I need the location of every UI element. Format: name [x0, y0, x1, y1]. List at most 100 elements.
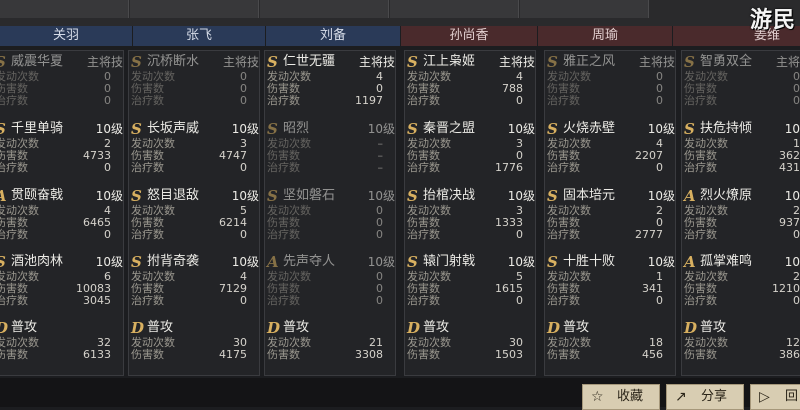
skill-entry[interactable]: D 普攻 发动次数 12 伤害数 386 — [682, 319, 800, 361]
collect-button[interactable]: ☆ 收藏 — [582, 384, 660, 410]
skill-name: 贯颐奋戟 — [11, 188, 64, 203]
general-name-zhang-fei[interactable]: 张飞 — [133, 26, 265, 46]
stat-value: 456 — [642, 348, 663, 361]
skill-grade: S — [407, 187, 418, 205]
skill-name: 烈火燎原 — [700, 188, 753, 203]
general-name-zhou-yu[interactable]: 周瑜 — [538, 26, 672, 46]
skill-grade: S — [407, 120, 418, 138]
skill-grade: A — [0, 187, 7, 205]
share-button[interactable]: ↗ 分享 — [666, 384, 744, 410]
skill-entry[interactable]: A孤掌难鸣10级发动次数2伤害数1210治疗数0 — [682, 253, 800, 307]
skill-name: 抬棺决战 — [423, 188, 476, 203]
skill-header: S 酒池肉林 10级 — [0, 253, 123, 271]
skill-entry[interactable]: S 怒目退敌 10级 发动次数 5 伤害数 6214 治疗数 0 — [129, 187, 259, 241]
skill-name: 普攻 — [283, 320, 310, 335]
skill-entry[interactable]: S 拊背奇袭 10级 发动次数 4 伤害数 7129 治疗数 0 — [129, 253, 259, 307]
top-tab[interactable] — [0, 0, 129, 18]
skill-grade: S — [684, 120, 695, 138]
skill-header: S 辕门射戟 10级 — [405, 253, 535, 271]
skill-grade: S — [547, 53, 558, 71]
stat-label: 治疗数 — [131, 161, 164, 174]
skill-entry[interactable]: S 长坂声威 10级 发动次数 3 伤害数 4747 治疗数 0 — [129, 120, 259, 174]
skill-entry[interactable]: S 秦晋之盟 10级 发动次数 3 伤害数 0 治疗数 1776 — [405, 120, 535, 174]
stat-value: 0 — [240, 228, 247, 241]
stat-row-heal: 治疗数 1776 — [405, 161, 535, 174]
skill-name: 普攻 — [147, 320, 174, 335]
skill-entry[interactable]: D 普攻 发动次数 30 伤害数 4175 — [129, 319, 259, 361]
skill-entry[interactable]: S 十胜十败 10级 发动次数 1 伤害数 341 治疗数 0 — [545, 253, 675, 307]
skill-entry[interactable]: D 普攻 发动次数 18 伤害数 456 — [545, 319, 675, 361]
replay-button[interactable]: ▷ 回 — [750, 384, 800, 410]
stat-row-heal: 治疗数 1197 — [265, 94, 395, 107]
top-tab[interactable] — [260, 0, 389, 18]
skill-entry[interactable]: A 先声夺人 10级 发动次数 0 伤害数 0 治疗数 0 — [265, 253, 395, 307]
top-tab[interactable] — [390, 0, 519, 18]
stat-value: 1776 — [495, 161, 523, 174]
general-column: S 江上枭姬 主将技 发动次数 4 伤害数 788 治疗数 0 S 秦晋之盟 10级 发动次数 3 伤害数 0… — [404, 50, 536, 376]
skill-grade: S — [547, 187, 558, 205]
skill-entry[interactable]: S酒池肉林10级发动次数6伤害数10083治疗数3045 — [0, 253, 123, 307]
skill-entry[interactable]: A贯颐奋戟10级发动次数4伤害数6465治疗数0 — [0, 187, 123, 241]
skill-entry[interactable]: S 仁世无疆 主将技 发动次数 4 伤害数 0 治疗数 1197 — [265, 53, 395, 107]
skill-level-tag: 主将技 — [222, 55, 259, 69]
skill-level-tag: 10级 — [507, 122, 535, 136]
stat-label: 治疗数 — [267, 161, 300, 174]
skill-entry[interactable]: S 抬棺决战 10级 发动次数 3 伤害数 1333 治疗数 0 — [405, 187, 535, 241]
stat-value: 0 — [516, 228, 523, 241]
general-name-sun-shangxiang[interactable]: 孙尚香 — [401, 26, 537, 46]
stat-label: 治疗数 — [547, 94, 580, 107]
stat-row-heal: 治疗数 – — [265, 161, 395, 174]
general-column: S 雅正之风 主将技 发动次数 0 伤害数 0 治疗数 0 S 火烧赤壁 10级 发动次数 4 伤害数 220… — [544, 50, 676, 376]
skill-entry[interactable]: S 江上枭姬 主将技 发动次数 4 伤害数 788 治疗数 0 — [405, 53, 535, 107]
top-tab[interactable] — [520, 0, 649, 18]
stat-row-heal: 治疗数 0 — [682, 295, 800, 307]
stat-row-heal: 治疗数 0 — [405, 228, 535, 241]
stat-value: 0 — [516, 94, 523, 107]
stat-label: 治疗数 — [267, 94, 300, 107]
skill-entry[interactable]: S 沉桥断水 主将技 发动次数 0 伤害数 0 治疗数 0 — [129, 53, 259, 107]
skill-name: 普攻 — [11, 320, 38, 335]
skill-header: S 抬棺决战 10级 — [405, 187, 535, 205]
stat-row-heal: 治疗数 0 — [129, 95, 259, 107]
skill-entry[interactable]: D 普攻 发动次数 30 伤害数 1503 — [405, 319, 535, 361]
skill-grade: S — [547, 120, 558, 138]
skill-entry[interactable]: S千里单骑10级发动次数2伤害数4733治疗数0 — [0, 120, 123, 174]
stat-label: 治疗数 — [684, 228, 717, 241]
stat-label: 治疗数 — [0, 228, 28, 241]
stat-value: 0 — [376, 228, 383, 241]
stat-value: 431 — [779, 161, 800, 174]
stat-row-heal: 治疗数 0 — [129, 228, 259, 241]
stat-label: 治疗数 — [407, 161, 440, 174]
general-name-bar: 关羽 张飞 刘备 孙尚香 周瑜 姜维 — [0, 26, 800, 46]
skill-entry[interactable]: S 坚如磐石 10级 发动次数 0 伤害数 0 治疗数 0 — [265, 187, 395, 241]
skill-entry[interactable]: S 雅正之风 主将技 发动次数 0 伤害数 0 治疗数 0 — [545, 53, 675, 107]
collect-label: 收藏 — [617, 389, 644, 404]
stat-row-damage: 伤害数 456 — [545, 348, 675, 361]
skill-level-tag: 10级 — [231, 122, 259, 136]
skill-entry[interactable]: S智勇双全主将技发动次数0伤害数0治疗数0 — [682, 53, 800, 107]
skill-entry[interactable]: S威震华夏主将技发动次数0伤害数0治疗数0 — [0, 53, 123, 107]
general-name-guan-yu[interactable]: 关羽 — [0, 26, 132, 46]
stat-row-heal: 治疗数 0 — [682, 95, 800, 107]
skill-level-tag: 10级 — [507, 189, 535, 203]
skill-grade: D — [407, 319, 421, 337]
skill-entry[interactable]: S 火烧赤壁 10级 发动次数 4 伤害数 2207 治疗数 0 — [545, 120, 675, 174]
skill-entry[interactable]: S 固本培元 10级 发动次数 2 伤害数 0 治疗数 2777 — [545, 187, 675, 241]
skill-level-tag: 主将技 — [775, 55, 800, 69]
share-icon: ↗ — [675, 389, 687, 405]
general-name-liu-bei[interactable]: 刘备 — [266, 26, 400, 46]
skill-entry[interactable]: A烈火燎原10级发动次数2伤害数937治疗数0 — [682, 187, 800, 241]
skill-grade: D — [131, 319, 145, 337]
skill-entry[interactable]: S 辕门射戟 10级 发动次数 5 伤害数 1615 治疗数 0 — [405, 253, 535, 307]
skill-header: S 江上枭姬 主将技 — [405, 53, 535, 71]
skill-header: D普攻 — [265, 319, 395, 337]
stat-row-damage: 伤害数 386 — [682, 349, 800, 361]
skill-entry[interactable]: S 昭烈 10级 发动次数 – 伤害数 – 治疗数 – — [265, 120, 395, 174]
skill-entry[interactable]: D 普攻 发动次数 21 伤害数 3308 — [265, 319, 395, 361]
stat-row-heal: 治疗数 0 — [405, 94, 535, 107]
skill-grade: S — [0, 120, 6, 138]
skill-entry[interactable]: D普攻发动次数32伤害数6133 — [0, 319, 123, 361]
skill-entry[interactable]: S扶危持倾10级发动次数1伤害数362治疗数431 — [682, 120, 800, 174]
skill-header: S 仁世无疆 主将技 — [265, 53, 395, 71]
top-tab[interactable] — [130, 0, 259, 18]
